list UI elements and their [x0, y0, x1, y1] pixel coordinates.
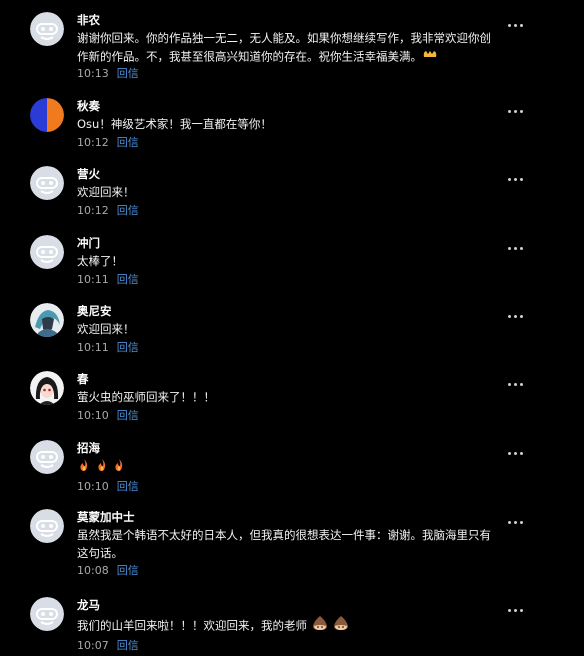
comment-time: 10:08 — [77, 564, 109, 577]
more-options-icon[interactable] — [502, 104, 528, 118]
reply-button[interactable]: 回信 — [117, 341, 139, 354]
more-options-icon[interactable] — [502, 603, 528, 617]
fire-icon — [77, 458, 91, 478]
reply-button[interactable]: 回信 — [117, 639, 139, 652]
comment-time: 10:13 — [77, 67, 109, 81]
comment-meta: 10:12 回信 — [77, 135, 497, 151]
more-options-icon[interactable] — [502, 241, 528, 255]
hands-icon — [422, 48, 438, 66]
reply-button[interactable]: 回信 — [117, 564, 139, 577]
comment-meta: 10:12 回信 — [77, 203, 497, 219]
default-avatar-icon — [30, 235, 64, 269]
commenter-name[interactable]: 奥尼安 — [77, 303, 497, 319]
default-avatar-icon — [30, 166, 64, 200]
comment-time: 10:11 — [77, 272, 109, 286]
avatar[interactable] — [30, 597, 64, 631]
comment-text: 欢迎回来！ — [77, 185, 135, 199]
anime-character-avatar-icon — [30, 303, 64, 337]
more-options-icon[interactable] — [502, 446, 528, 460]
default-avatar-icon — [30, 509, 64, 543]
comment-meta: 10:07 回信 — [77, 638, 497, 654]
comment-time: 10:12 — [77, 203, 109, 217]
fire-icon — [95, 458, 109, 478]
comment-text: 萤火虫的巫师回来了！！！ — [77, 390, 215, 404]
default-avatar-icon — [30, 440, 64, 474]
chestnut-face-icon — [332, 615, 350, 637]
avatar[interactable] — [30, 12, 64, 46]
commenter-name[interactable]: 龙马 — [77, 597, 497, 613]
more-options-icon[interactable] — [502, 172, 528, 186]
comment-time: 10:07 — [77, 638, 109, 652]
comment-time: 10:10 — [77, 408, 109, 422]
comment-time: 10:10 — [77, 479, 109, 493]
reply-button[interactable]: 回信 — [117, 136, 139, 149]
avatar[interactable] — [30, 509, 64, 543]
chestnut-face-icon — [311, 615, 329, 637]
comment-text: 我们的山羊回来啦！！！欢迎回来，我的老师 — [77, 615, 497, 637]
comment-meta: 10:10 回信 — [77, 479, 497, 495]
commenter-name[interactable]: 招海 — [77, 440, 497, 456]
commenter-name[interactable]: 春 — [77, 371, 497, 387]
avatar[interactable] — [30, 98, 64, 132]
reply-button[interactable]: 回信 — [117, 204, 139, 217]
comment-text: Osu！神级艺术家！我一直都在等你！ — [77, 117, 272, 131]
avatar[interactable] — [30, 235, 64, 269]
comment-meta: 10:13 回信 — [77, 66, 497, 82]
comment-text: 欢迎回来！ — [77, 322, 135, 336]
reply-button[interactable]: 回信 — [117, 409, 139, 422]
blue-orange-avatar-icon — [30, 98, 64, 132]
avatar[interactable] — [30, 303, 64, 337]
avatar[interactable] — [30, 440, 64, 474]
more-options-icon[interactable] — [502, 377, 528, 391]
comment-meta: 10:11 回信 — [77, 272, 497, 288]
reply-button[interactable]: 回信 — [117, 67, 139, 80]
more-options-icon[interactable] — [502, 309, 528, 323]
comment-meta: 10:10 回信 — [77, 408, 497, 424]
default-avatar-icon — [30, 597, 64, 631]
comment-text — [77, 458, 497, 478]
anime-girl-avatar-icon — [30, 371, 64, 405]
comment-time: 10:11 — [77, 340, 109, 354]
more-options-icon[interactable] — [502, 515, 528, 529]
comment-list: 非农 谢谢你回来。你的作品独一无二，无人能及。如果你想继续写作，我非常欢迎你创作… — [0, 0, 584, 656]
comment-text: 谢谢你回来。你的作品独一无二，无人能及。如果你想继续写作，我非常欢迎你创作新的作… — [77, 30, 497, 65]
comment-text: 虽然我是个韩语不太好的日本人，但我真的很想表达一件事：谢谢。我脑海里只有这句话。 — [77, 528, 491, 560]
comment-meta: 10:08 回信 — [77, 563, 497, 579]
reply-button[interactable]: 回信 — [117, 273, 139, 286]
commenter-name[interactable]: 营火 — [77, 166, 497, 182]
default-avatar-icon — [30, 12, 64, 46]
commenter-name[interactable]: 莫蒙加中士 — [77, 509, 497, 525]
avatar[interactable] — [30, 166, 64, 200]
comment-time: 10:12 — [77, 135, 109, 149]
commenter-name[interactable]: 冲门 — [77, 235, 497, 251]
comment-text: 太棒了！ — [77, 254, 123, 268]
commenter-name[interactable]: 秋奏 — [77, 98, 497, 114]
reply-button[interactable]: 回信 — [117, 480, 139, 493]
commenter-name[interactable]: 非农 — [77, 12, 497, 28]
avatar[interactable] — [30, 371, 64, 405]
fire-icon — [112, 458, 126, 478]
more-options-icon[interactable] — [502, 18, 528, 32]
comment-text-content: 我们的山羊回来啦！！！欢迎回来，我的老师 — [77, 618, 307, 633]
comment-meta: 10:11 回信 — [77, 340, 497, 356]
